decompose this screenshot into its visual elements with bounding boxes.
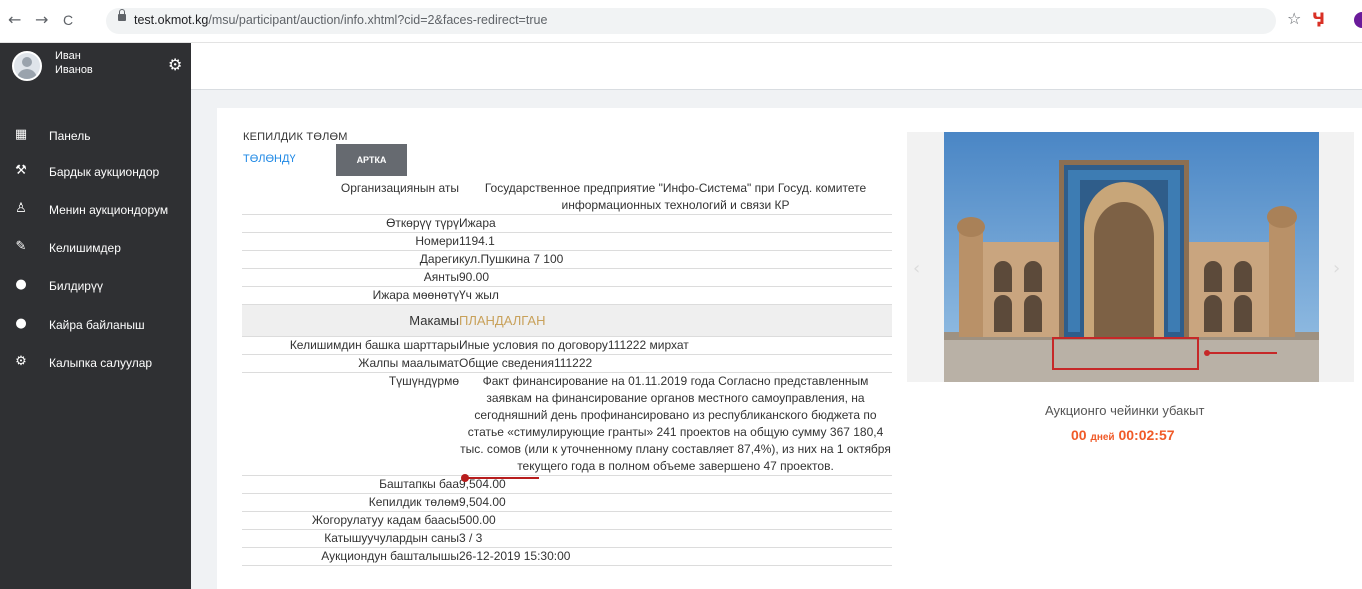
sidebar-item-contracts[interactable]: ✎ Келишимдер — [0, 236, 191, 262]
top-header — [191, 43, 1362, 90]
timer-label: Аукционго чейинки убакыт — [1045, 403, 1205, 418]
timer-time: 00:02:57 — [1118, 427, 1175, 443]
gallery-next-icon[interactable]: › — [1333, 258, 1340, 279]
table-row: Номери 1194.1 — [242, 232, 892, 251]
grid-icon: ▦ — [14, 127, 28, 142]
url-host: test.okmot.kg — [134, 13, 209, 27]
sidebar-item-label: Калыпка салуулар — [49, 356, 153, 370]
bookmark-star-icon[interactable]: ☆ — [1287, 9, 1301, 28]
row-label: Аукциондун башталышы — [242, 547, 459, 566]
person-icon: ♙ — [15, 201, 27, 216]
extension-icon[interactable]: Ӌ — [1312, 9, 1325, 28]
browser-toolbar: ← → C test.okmot.kg/msu/participant/auct… — [0, 0, 1362, 43]
table-row: Организациянын аты Государственное предп… — [242, 180, 892, 215]
row-value: Үч жыл — [459, 286, 892, 305]
sidebar-item-label: Панель — [49, 129, 91, 143]
avatar[interactable] — [12, 51, 42, 81]
chat-bubble-icon: ● — [15, 277, 27, 292]
row-value: Ижара — [459, 214, 892, 233]
lock-icon — [118, 9, 126, 21]
row-label: Түшүндүрмө — [242, 372, 459, 476]
row-value: 90.00 — [459, 268, 892, 287]
sidebar: Иван Иванов ⚙ ▦ Панель ⚒ Бардык аукционд… — [0, 43, 191, 589]
status-badge: ПЛАНДАЛГАН — [459, 313, 546, 328]
sidebar-item-label: Бардык аукциондор — [49, 165, 160, 179]
cog-icon: ⚙ — [15, 354, 27, 369]
auction-photo[interactable] — [944, 132, 1319, 382]
table-row: Аукциондун башталышы 26-12-2019 15:30:00 — [242, 547, 892, 566]
table-row: Өткөрүү түрү Ижара — [242, 214, 892, 233]
row-value: 26-12-2019 15:30:00 — [459, 547, 892, 566]
row-label: Келишимдин башка шарттары — [242, 336, 459, 355]
row-label: Организациянын аты — [242, 180, 459, 215]
status-cell: ПЛАНДАЛГАН — [459, 304, 892, 337]
table-row: Баштапкы баа 9,504.00 — [242, 475, 892, 494]
sidebar-item-feedback[interactable]: ● Кайра байланыш — [0, 313, 191, 339]
table-row: Жогорулатуу кадам баасы 500.00 — [242, 511, 892, 530]
edit-icon: ✎ — [15, 239, 27, 254]
row-label: Жалпы маалымат — [242, 354, 459, 373]
gear-icon[interactable]: ⚙ — [168, 55, 182, 74]
timer-days: 00 — [1071, 427, 1087, 443]
sidebar-item-label: Келишимдер — [49, 241, 121, 255]
row-value: 1194.1 — [459, 232, 892, 251]
row-label: Аянты — [242, 268, 459, 287]
comments-icon: ● — [15, 316, 27, 331]
row-value: 500.00 — [459, 511, 892, 530]
row-label: Баштапкы баа — [242, 475, 459, 494]
address-bar[interactable]: test.okmot.kg/msu/participant/auction/in… — [106, 8, 1276, 34]
table-row: Кепилдик төлөм 9,504.00 — [242, 493, 892, 512]
row-label: Ижара мөөнөтү — [242, 286, 459, 305]
row-label: Катышуучулардын саны — [242, 529, 459, 548]
forward-icon[interactable]: → — [35, 10, 48, 30]
back-button[interactable]: АРТКА — [336, 144, 407, 176]
row-value: Иные условия по договору111222 мирхат — [459, 336, 892, 355]
table-row: Аянты 90.00 — [242, 268, 892, 287]
row-label: Номери — [242, 232, 459, 251]
sidebar-item-label: Билдирүү — [49, 279, 103, 293]
sidebar-item-my-auctions[interactable]: ♙ Менин аукциондорум — [0, 198, 191, 224]
row-label: Дареги — [242, 250, 459, 269]
user-last-name: Иванов — [55, 64, 93, 76]
sidebar-item-label: Кайра байланыш — [49, 318, 145, 332]
sidebar-item-all-auctions[interactable]: ⚒ Бардык аукциондор — [0, 160, 191, 186]
table-row: Ижара мөөнөтү Үч жыл — [242, 286, 892, 305]
row-value: Государственное предприятие "Инфо-Систем… — [459, 180, 892, 215]
row-value: Общие сведения111222 — [459, 354, 892, 373]
user-first-name: Иван — [55, 50, 81, 62]
row-label: Өткөрүү түрү — [242, 214, 459, 233]
section-title: КЕПИЛДИК ТӨЛӨМ — [243, 131, 348, 143]
row-value: 9,504.00 — [459, 493, 892, 512]
status-row: Макамы ПЛАНДАЛГАН — [242, 304, 892, 337]
row-value: 3 / 3 — [459, 529, 892, 548]
sidebar-item-notifications[interactable]: ● Билдирүү — [0, 274, 191, 300]
auction-info-table: Организациянын аты Государственное предп… — [242, 180, 892, 566]
row-value: кул.Пушкина 7 100 — [459, 250, 892, 269]
sidebar-item-panel[interactable]: ▦ Панель — [0, 124, 191, 150]
gavel-icon: ⚒ — [15, 163, 27, 178]
table-row: Дареги кул.Пушкина 7 100 — [242, 250, 892, 269]
sidebar-item-label: Менин аукциондорум — [49, 203, 169, 217]
user-block: Иван Иванов ⚙ — [0, 43, 191, 89]
table-row: Жалпы маалымат Общие сведения111222 — [242, 354, 892, 373]
row-value: Факт финансирование на 01.11.2019 года С… — [459, 372, 892, 476]
pay-link[interactable]: ТӨЛӨНДҮ — [243, 153, 296, 165]
row-label: Жогорулатуу кадам баасы — [242, 511, 459, 530]
annotation-arrow — [461, 474, 539, 482]
row-label: Макамы — [242, 304, 459, 337]
timer-days-unit: дней — [1090, 432, 1115, 443]
sidebar-item-templates[interactable]: ⚙ Калыпка салуулар — [0, 351, 191, 377]
back-icon[interactable]: ← — [8, 10, 21, 30]
url-path: /msu/participant/auction/info.xhtml?cid=… — [208, 13, 548, 27]
gallery-prev-icon[interactable]: ‹ — [913, 258, 920, 279]
profile-avatar-icon[interactable] — [1354, 12, 1362, 28]
reload-icon[interactable]: C — [63, 10, 73, 30]
row-label: Кепилдик төлөм — [242, 493, 459, 512]
table-row: Катышуучулардын саны 3 / 3 — [242, 529, 892, 548]
table-row: Түшүндүрмө Факт финансирование на 01.11.… — [242, 372, 892, 476]
countdown-timer: 00 дней 00:02:57 — [1071, 427, 1175, 443]
table-row: Келишимдин башка шарттары Иные условия п… — [242, 336, 892, 355]
url-text[interactable]: test.okmot.kg/msu/participant/auction/in… — [134, 13, 547, 27]
